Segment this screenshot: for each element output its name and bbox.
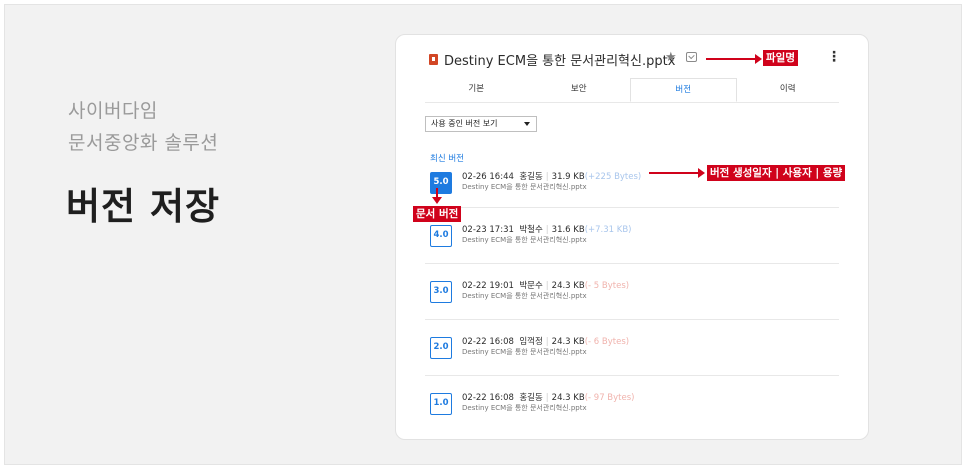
version-badge: 4.0 <box>430 225 452 247</box>
version-meta-callout: 버전 생성일자 | 사용자 | 용량 <box>707 165 846 181</box>
version-badge: 5.0 <box>430 172 452 194</box>
page-headline: 버전 저장 <box>66 185 221 228</box>
filename-arrow <box>706 54 762 64</box>
pptx-file-icon <box>429 54 438 65</box>
version-row[interactable]: 2.0 02-22 16:08 임꺽정 | 24.3 KB(- 6 Bytes) D… <box>425 325 839 381</box>
version-badge: 3.0 <box>430 281 452 303</box>
version-file-name: Destiny ECM을 통한 문서관리혁신.pptx <box>462 236 587 244</box>
version-meta: 02-26 16:44 홍길동 | 31.9 KB(+225 Bytes) <box>462 172 642 182</box>
doc-version-callout: 문서 버전 <box>413 206 462 222</box>
version-row[interactable]: 1.0 02-22 16:08 홍길동 | 24.3 KB(- 97 Bytes) … <box>425 381 839 437</box>
version-file-name: Destiny ECM을 통한 문서관리혁신.pptx <box>462 183 587 191</box>
tab-history[interactable]: 이력 <box>737 78 839 102</box>
version-file-name: Destiny ECM을 통한 문서관리혁신.pptx <box>462 404 587 412</box>
version-file-name: Destiny ECM을 통한 문서관리혁신.pptx <box>462 348 587 356</box>
inbox-icon[interactable] <box>686 52 697 62</box>
file-name: Destiny ECM을 통한 문서관리혁신.pptx <box>444 54 676 69</box>
tab-security[interactable]: 보안 <box>527 78 629 102</box>
brand-name: 사이버다임 <box>68 100 158 122</box>
version-meta: 02-22 16:08 홍길동 | 24.3 KB(- 97 Bytes) <box>462 393 635 403</box>
filename-callout: 파일명 <box>763 50 798 66</box>
divider <box>425 319 839 320</box>
tab-basic[interactable]: 기본 <box>425 78 527 102</box>
detail-tabs: 기본 보안 버전 이력 <box>425 78 839 103</box>
brand-tagline: 문서중앙화 솔루션 <box>68 132 219 154</box>
version-meta-arrow <box>649 168 705 178</box>
more-vertical-icon[interactable]: ⋮ <box>827 49 841 65</box>
divider <box>425 375 839 376</box>
divider <box>425 207 839 208</box>
version-file-name: Destiny ECM을 통한 문서관리혁신.pptx <box>462 292 587 300</box>
version-filter-value: 사용 중인 버전 보기 <box>431 119 498 128</box>
tab-version[interactable]: 버전 <box>629 78 737 102</box>
version-badge: 1.0 <box>430 393 452 415</box>
version-row[interactable]: 3.0 02-22 19:01 박문수 | 24.3 KB(- 5 Bytes) D… <box>425 269 839 325</box>
caret-down-icon <box>524 122 530 126</box>
version-badge: 2.0 <box>430 337 452 359</box>
version-meta: 02-22 19:01 박문수 | 24.3 KB(- 5 Bytes) <box>462 281 630 291</box>
star-icon[interactable]: ★ <box>665 50 677 65</box>
version-row[interactable]: 4.0 02-23 17:31 박철수 | 31.6 KB(+7.31 KB) De… <box>425 213 839 269</box>
version-filter-select[interactable]: 사용 중인 버전 보기 <box>425 116 537 132</box>
version-meta: 02-22 16:08 임꺽정 | 24.3 KB(- 6 Bytes) <box>462 337 630 347</box>
doc-version-arrow <box>432 188 442 204</box>
version-meta: 02-23 17:31 박철수 | 31.6 KB(+7.31 KB) <box>462 225 632 235</box>
divider <box>425 263 839 264</box>
